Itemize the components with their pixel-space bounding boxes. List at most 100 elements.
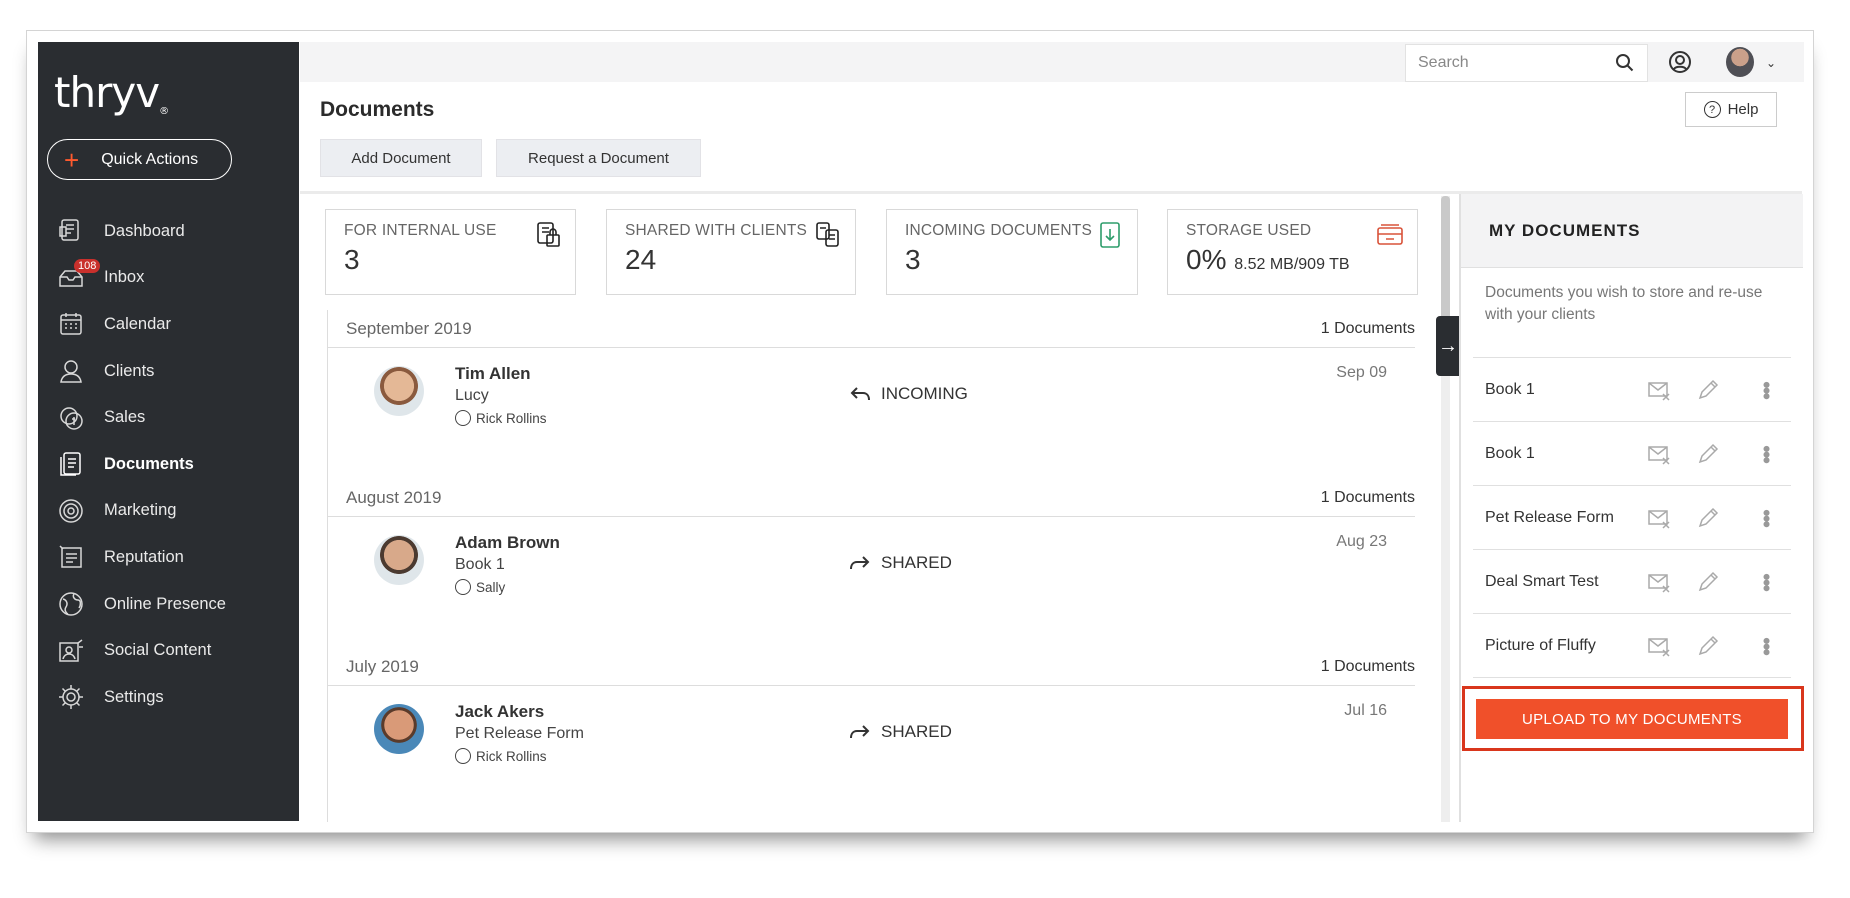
month-header: September 2019 1 Documents xyxy=(328,310,1415,348)
stat-card-shared[interactable]: SHARED WITH CLIENTS 24 xyxy=(606,209,856,295)
document-row[interactable]: Tim Allen Lucy Rick Rollins INCOMING Sep… xyxy=(328,348,1415,479)
user-avatar[interactable] xyxy=(1726,47,1754,77)
sidebar-item-label: Sales xyxy=(104,408,146,427)
document-name[interactable]: Book 1 xyxy=(455,556,505,574)
sidebar-item-online-presence[interactable]: Online Presence xyxy=(38,581,299,628)
sidebar-nav: Dashboard 108 Inbox Calendar Clients Sal… xyxy=(38,208,299,721)
request-document-button[interactable]: Request a Document xyxy=(496,139,701,177)
sidebar-item-documents[interactable]: Documents xyxy=(38,441,299,488)
client-name[interactable]: Adam Brown xyxy=(455,533,560,553)
stat-card-incoming[interactable]: INCOMING DOCUMENTS 3 xyxy=(886,209,1138,295)
client-name[interactable]: Tim Allen xyxy=(455,364,531,384)
my-document-item[interactable]: Picture of Fluffy ••• xyxy=(1473,614,1791,678)
help-button[interactable]: ? Help xyxy=(1685,92,1777,127)
panel-title: MY DOCUMENTS xyxy=(1461,194,1803,268)
send-email-icon[interactable] xyxy=(1646,505,1672,531)
document-date: Aug 23 xyxy=(1336,533,1387,550)
my-document-name: Deal Smart Test xyxy=(1485,572,1599,590)
sidebar-item-marketing[interactable]: Marketing xyxy=(38,488,299,535)
help-icon: ? xyxy=(1703,101,1721,118)
pencil-icon[interactable] xyxy=(1695,633,1721,659)
document-name[interactable]: Pet Release Form xyxy=(455,725,584,743)
more-options-icon[interactable]: ••• xyxy=(1754,637,1779,654)
quick-actions-button[interactable]: + Quick Actions xyxy=(47,139,232,180)
user-icon xyxy=(455,410,471,426)
more-options-icon[interactable]: ••• xyxy=(1754,381,1779,398)
sidebar-item-label: Dashboard xyxy=(104,221,185,240)
reputation-icon xyxy=(56,542,86,572)
add-document-button[interactable]: Add Document xyxy=(320,139,482,177)
client-name[interactable]: Jack Akers xyxy=(455,702,544,722)
my-document-item[interactable]: Pet Release Form ••• xyxy=(1473,486,1791,550)
stat-card-internal[interactable]: FOR INTERNAL USE 3 xyxy=(325,209,576,295)
my-document-item[interactable]: Book 1 ••• xyxy=(1473,358,1791,422)
send-email-icon[interactable] xyxy=(1646,633,1672,659)
stat-card-storage[interactable]: STORAGE USED 0% 8.52 MB/909 TB xyxy=(1167,209,1418,295)
list-scrollbar[interactable] xyxy=(1441,196,1450,822)
sidebar-item-label: Reputation xyxy=(104,547,184,566)
thryv-logo[interactable]: thryv® xyxy=(54,68,169,117)
document-row[interactable]: Jack Akers Pet Release Form Rick Rollins… xyxy=(328,686,1415,817)
client-avatar xyxy=(374,535,424,585)
send-email-icon[interactable] xyxy=(1646,569,1672,595)
month-label: July 2019 xyxy=(346,656,419,676)
arrow-right-icon: → xyxy=(1438,334,1458,357)
month-label: September 2019 xyxy=(346,318,472,338)
collapse-panel-button[interactable]: → xyxy=(1436,316,1460,376)
month-label: August 2019 xyxy=(346,487,442,507)
storage-detail: 8.52 MB/909 TB xyxy=(1234,256,1350,273)
sidebar-item-calendar[interactable]: Calendar xyxy=(38,301,299,348)
more-options-icon[interactable]: ••• xyxy=(1754,573,1779,590)
document-date: Jul 16 xyxy=(1344,702,1387,719)
pencil-icon[interactable] xyxy=(1695,377,1721,403)
document-date: Sep 09 xyxy=(1336,364,1387,381)
document-count: 1 Documents xyxy=(1320,319,1415,337)
chevron-down-icon[interactable]: ⌄ xyxy=(1766,56,1776,70)
page-title: Documents xyxy=(320,98,435,121)
month-header: August 2019 1 Documents xyxy=(328,479,1415,517)
sidebar-item-reputation[interactable]: Reputation xyxy=(38,534,299,581)
sales-icon xyxy=(56,403,86,433)
pencil-icon[interactable] xyxy=(1695,505,1721,531)
more-options-icon[interactable]: ••• xyxy=(1754,509,1779,526)
my-document-item[interactable]: Deal Smart Test ••• xyxy=(1473,550,1791,614)
reply-arrow-icon xyxy=(850,387,870,401)
document-row[interactable]: Adam Brown Book 1 Sally SHARED Aug 23 xyxy=(328,517,1415,648)
sidebar-item-social-content[interactable]: Social Content xyxy=(38,627,299,674)
documents-list: September 2019 1 Documents Tim Allen Luc… xyxy=(327,310,1415,822)
globe-icon xyxy=(56,589,86,619)
client-avatar xyxy=(374,366,424,416)
upload-to-my-documents-button[interactable]: UPLOAD TO MY DOCUMENTS xyxy=(1476,699,1788,739)
stat-label: STORAGE USED xyxy=(1186,222,1312,239)
sidebar-item-inbox[interactable]: 108 Inbox xyxy=(38,255,299,302)
pencil-icon[interactable] xyxy=(1695,569,1721,595)
sidebar-item-sales[interactable]: Sales xyxy=(38,394,299,441)
sidebar-item-label: Social Content xyxy=(104,641,212,660)
my-document-item[interactable]: Book 1 ••• xyxy=(1473,422,1791,486)
help-label: Help xyxy=(1727,101,1759,118)
my-document-name: Book 1 xyxy=(1485,380,1535,398)
account-icon[interactable] xyxy=(1668,50,1692,74)
send-email-icon[interactable] xyxy=(1646,441,1672,467)
pencil-icon[interactable] xyxy=(1695,441,1721,467)
sidebar-item-clients[interactable]: Clients xyxy=(38,348,299,395)
document-direction: SHARED xyxy=(849,722,952,742)
send-email-icon[interactable] xyxy=(1646,377,1672,403)
sidebar-item-dashboard[interactable]: Dashboard xyxy=(38,208,299,255)
search-input[interactable]: Search xyxy=(1405,44,1648,82)
stat-label: FOR INTERNAL USE xyxy=(344,222,497,239)
sidebar-item-settings[interactable]: Settings xyxy=(38,674,299,721)
plus-icon: + xyxy=(64,144,80,175)
my-document-name: Pet Release Form xyxy=(1485,508,1614,526)
user-icon xyxy=(455,579,471,595)
user-icon xyxy=(455,748,471,764)
document-name[interactable]: Lucy xyxy=(455,387,489,405)
my-documents-list: Book 1 ••• Book 1 ••• Pet Release Form •… xyxy=(1473,357,1791,678)
more-options-icon[interactable]: ••• xyxy=(1754,445,1779,462)
incoming-document-icon xyxy=(1100,222,1120,248)
top-bar: Search ⌄ xyxy=(300,42,1804,82)
client-avatar xyxy=(374,704,424,754)
calendar-icon xyxy=(56,309,86,339)
sidebar-item-label: Clients xyxy=(104,361,155,380)
sidebar-item-label: Settings xyxy=(104,687,164,706)
